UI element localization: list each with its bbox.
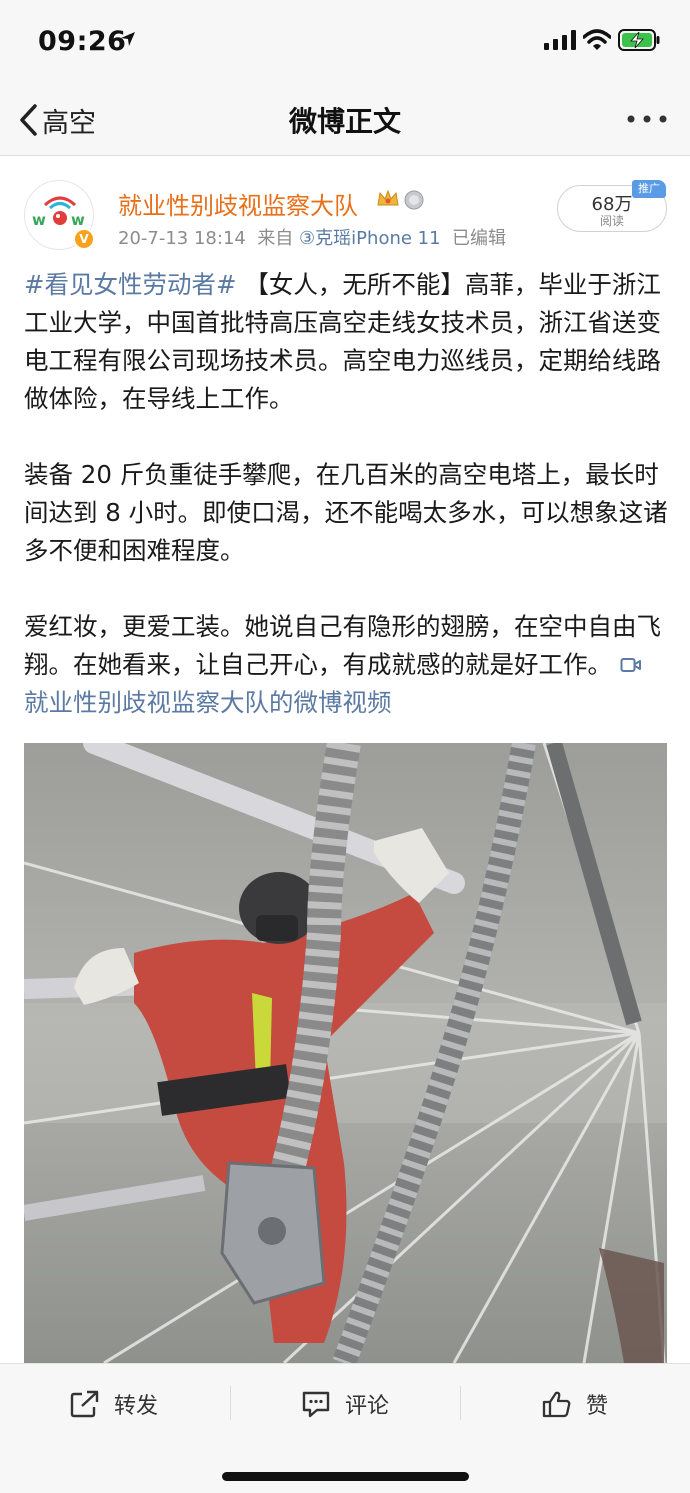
promote-tag[interactable]: 推广 [632, 180, 666, 198]
paragraph-3: 爱红妆，更爱工装。她说自己有隐形的翅膀，在空中自由飞翔。在她看来，让自己开心，有… [24, 608, 668, 722]
location-arrow-icon [121, 32, 135, 46]
comment-button[interactable]: 评论 [301, 1386, 389, 1422]
thumbs-up-icon [542, 1391, 571, 1418]
like-label: 赞 [586, 1394, 609, 1419]
read-label: 阅读 [599, 214, 624, 228]
repost-label: 转发 [114, 1394, 159, 1419]
status-bar: 09:26 [0, 0, 690, 84]
divider [460, 1386, 461, 1420]
cellular-signal-icon [544, 30, 576, 50]
crown-icon [377, 189, 399, 206]
source-prefix: 来自 [257, 228, 294, 249]
post-timestamp: 20-7-13 18:14 [118, 228, 246, 249]
post-body: #看见女性劳动者# 【女人，无所不能】高菲，毕业于浙江工业大学，中国首批特高压高… [24, 266, 668, 722]
more-dots-icon[interactable] [624, 104, 670, 134]
nav-bar: 高空 微博正文 [0, 84, 690, 156]
author-badges [376, 187, 425, 211]
video-link-label: 就业性别歧视监察大队的微博视频 [24, 688, 392, 717]
home-indicator[interactable] [222, 1472, 469, 1481]
svg-text:w: w [71, 211, 85, 229]
hashtag-link[interactable]: #看见女性劳动者# [24, 270, 237, 299]
divider [230, 1386, 231, 1420]
video-icon [620, 658, 641, 672]
video-frame-image [24, 743, 667, 1363]
wifi-icon [583, 29, 611, 50]
client-link[interactable]: ③克瑶iPhone 11 [299, 228, 441, 249]
medal-icon [404, 190, 424, 210]
post-meta: 20-7-13 18:14 来自 ③克瑶iPhone 11 已编辑 [118, 224, 506, 250]
post-video[interactable] [24, 743, 667, 1363]
share-arrow-icon [70, 1390, 99, 1418]
verified-badge-icon: V [73, 228, 95, 250]
comment-label: 评论 [345, 1394, 390, 1419]
repost-button[interactable]: 转发 [70, 1386, 158, 1422]
svg-text:w: w [32, 211, 46, 229]
page-title: 微博正文 [288, 105, 401, 138]
like-button[interactable]: 赞 [542, 1386, 608, 1422]
author-name[interactable]: 就业性别歧视监察大队 [118, 186, 358, 221]
paragraph-2: 装备 20 斤负重徒手攀爬，在几百米的高空电塔上，最长时间达到 8 小时。即使口… [24, 460, 668, 565]
paragraph-1: #看见女性劳动者# 【女人，无所不能】高菲，毕业于浙江工业大学，中国首批特高压高… [24, 266, 668, 418]
edited-label: 已编辑 [452, 228, 507, 249]
action-bar: 转发 评论 赞 [0, 1363, 690, 1493]
comment-icon [302, 1391, 330, 1418]
status-time: 09:26 [38, 26, 127, 57]
battery-charging-icon [618, 29, 660, 51]
paragraph-3-text: 爱红妆，更爱工装。她说自己有隐形的翅膀，在空中自由飞翔。在她看来，让自己开心，有… [24, 612, 661, 679]
